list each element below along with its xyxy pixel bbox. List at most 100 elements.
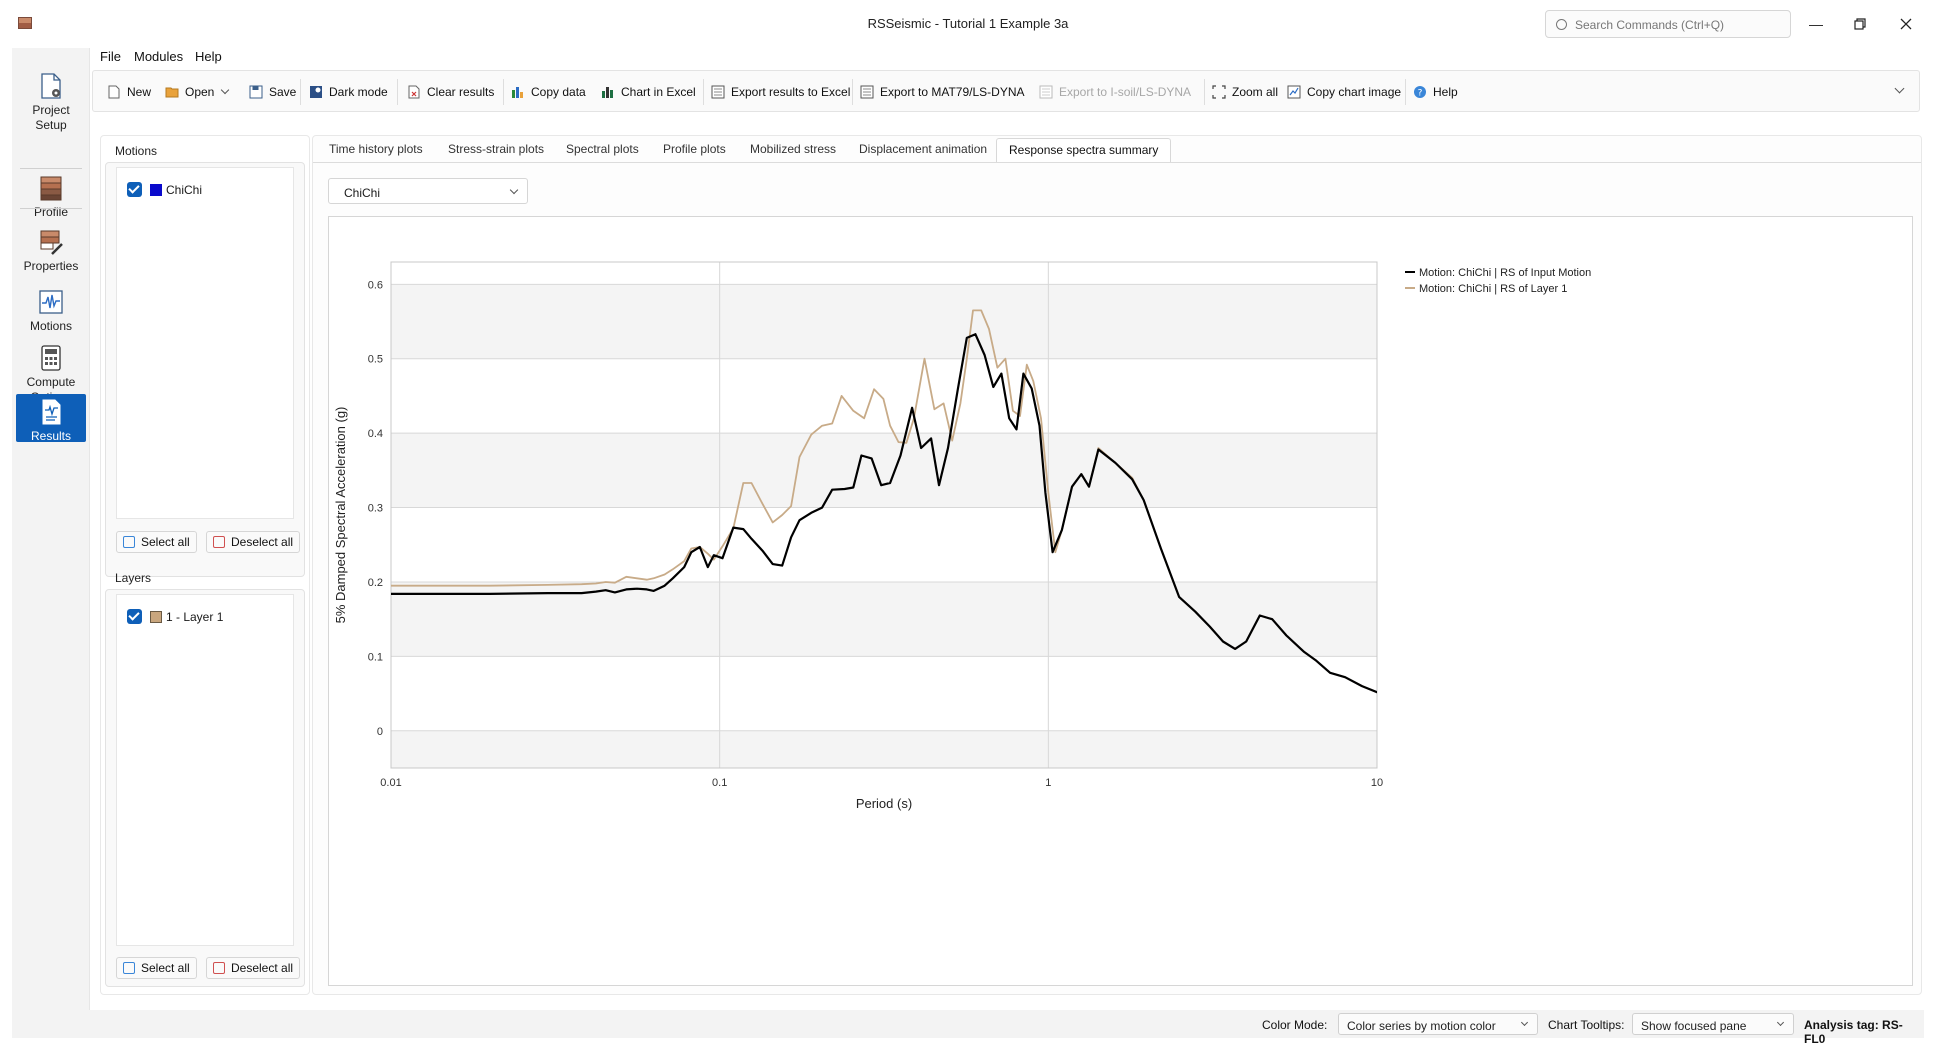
dark-mode-button[interactable]: Dark mode — [309, 83, 388, 101]
layer-checkbox[interactable] — [127, 609, 142, 624]
legend-entry: Motion: ChiChi | RS of Layer 1 — [1419, 283, 1567, 295]
export-excel-button[interactable]: Export results to Excel — [711, 83, 850, 101]
export-icon — [1039, 85, 1053, 99]
export-excel-label: Export results to Excel — [731, 85, 851, 99]
help-button[interactable]: ? Help — [1413, 83, 1458, 101]
zoom-all-icon — [1212, 85, 1226, 99]
copy-chart-image-label: Copy chart image — [1307, 85, 1402, 99]
export-isoil-button[interactable]: Export to I-soil/LS-DYNA — [1039, 83, 1191, 101]
chart-tooltips-value: Show focused pane — [1641, 1019, 1747, 1033]
x-tick-label: 10 — [1371, 777, 1383, 789]
menu-file[interactable]: File — [100, 49, 121, 64]
motion-name: ChiChi — [166, 182, 203, 197]
project-setup-icon — [38, 72, 64, 100]
tab-displacement-animation[interactable]: Displacement animation — [859, 142, 987, 156]
tab-spectral-plots[interactable]: Spectral plots — [566, 142, 639, 156]
layer-color-swatch — [150, 610, 162, 623]
tab-stress-strain-plots[interactable]: Stress-strain plots — [448, 142, 544, 156]
deselect-all-label: Deselect all — [231, 535, 294, 549]
layers-select-all-button[interactable]: Select all — [116, 957, 197, 979]
menu-bar: File Modules Help — [90, 46, 1936, 68]
save-button[interactable]: Save — [249, 83, 296, 101]
color-mode-dropdown[interactable]: Color series by motion color — [1338, 1013, 1538, 1035]
search-placeholder: Search Commands (Ctrl+Q) — [1575, 18, 1725, 32]
toolbar-divider — [503, 79, 504, 105]
deselect-all-label: Deselect all — [231, 961, 294, 975]
motion-select-value: ChiChi — [344, 186, 381, 200]
chart-in-excel-button[interactable]: Chart in Excel — [601, 83, 696, 101]
tab-mobilized-stress[interactable]: Mobilized stress — [750, 142, 836, 156]
layers-group-label: Layers — [115, 571, 152, 585]
export-mat79-label: Export to MAT79/LS-DYNA — [880, 85, 1025, 99]
layers-list: 1 - Layer 1 — [116, 594, 294, 946]
export-mat79-button[interactable]: Export to MAT79/LS-DYNA — [860, 83, 1025, 101]
zoom-all-label: Zoom all — [1232, 85, 1279, 99]
motions-select-all-button[interactable]: Select all — [116, 531, 197, 553]
y-tick-label: 0.3 — [368, 503, 383, 515]
new-label: New — [127, 85, 152, 99]
chart-tooltips-dropdown[interactable]: Show focused pane — [1632, 1013, 1794, 1035]
nav-profile[interactable]: Profile — [16, 174, 86, 220]
copy-data-button[interactable]: Copy data — [511, 83, 586, 101]
toolbar-divider — [1405, 79, 1406, 105]
motions-list: ChiChi — [116, 167, 294, 519]
copy-chart-icon — [1287, 85, 1301, 99]
nav-results[interactable]: Results — [16, 394, 86, 443]
x-tick-label: 1 — [1045, 777, 1051, 789]
module-nav: Project Setup Profile Properties Motions… — [12, 48, 90, 1038]
copy-data-label: Copy data — [531, 85, 586, 99]
motions-group-label: Motions — [115, 144, 158, 158]
results-panel: Time history plots Stress-strain plots S… — [312, 135, 1922, 995]
motion-list-item[interactable]: ChiChi — [127, 182, 202, 197]
tab-response-spectra-summary[interactable]: Response spectra summary — [996, 138, 1172, 162]
profile-icon — [38, 174, 64, 202]
selection-panel: Motions ChiChi Select all Deselect all L… — [100, 135, 310, 995]
export-isoil-label: Export to I-soil/LS-DYNA — [1059, 85, 1192, 99]
copy-chart-image-button[interactable]: Copy chart image — [1287, 83, 1401, 101]
export-excel-icon — [711, 85, 725, 99]
clear-results-button[interactable]: Clear results — [407, 83, 494, 101]
chart-tooltips-label: Chart Tooltips: — [1548, 1018, 1625, 1032]
chevron-down-icon — [1776, 1018, 1785, 1027]
toolbar: New Open Save Dark mode Clear results Co… — [92, 70, 1920, 112]
nav-motions[interactable]: Motions — [16, 288, 86, 334]
select-all-label: Select all — [141, 535, 190, 549]
select-all-icon — [123, 536, 135, 548]
layer-list-item[interactable]: 1 - Layer 1 — [127, 609, 223, 624]
motions-deselect-all-button[interactable]: Deselect all — [206, 531, 301, 553]
y-tick-label: 0 — [377, 726, 383, 738]
y-tick-label: 0.6 — [368, 279, 383, 291]
nav-label: Project Setup — [32, 103, 70, 132]
restore-button[interactable] — [1838, 10, 1882, 38]
minimize-button[interactable]: — — [1794, 10, 1838, 38]
motion-color-swatch — [150, 183, 162, 196]
tab-time-history-plots[interactable]: Time history plots — [329, 142, 423, 156]
select-all-icon — [123, 962, 135, 974]
close-button[interactable] — [1884, 10, 1928, 38]
y-tick-label: 0.5 — [368, 354, 383, 366]
nav-label: Results — [30, 429, 71, 443]
nav-divider — [20, 208, 82, 209]
menu-help[interactable]: Help — [195, 49, 222, 64]
search-commands-box[interactable]: Search Commands (Ctrl+Q) — [1545, 10, 1791, 38]
new-file-icon — [108, 85, 120, 99]
toolbar-divider — [1204, 79, 1205, 105]
x-tick-label: 0.01 — [380, 777, 401, 789]
menu-modules[interactable]: Modules — [134, 49, 183, 64]
motion-checkbox[interactable] — [127, 182, 142, 197]
nav-properties[interactable]: Properties — [16, 228, 86, 274]
open-folder-icon — [165, 87, 179, 98]
properties-icon — [38, 228, 64, 256]
open-button[interactable]: Open — [165, 83, 230, 101]
deselect-all-icon — [213, 536, 225, 548]
nav-project-setup[interactable]: Project Setup — [16, 72, 86, 133]
results-icon — [38, 398, 64, 426]
layers-deselect-all-button[interactable]: Deselect all — [206, 957, 301, 979]
response-spectra-chart[interactable]: 0 0.1 0.2 0.3 0.4 0.5 0.6 0.01 0.1 1 10 Period (s) 5… — [329, 217, 1912, 985]
tab-profile-plots[interactable]: Profile plots — [663, 142, 726, 156]
zoom-all-button[interactable]: Zoom all — [1212, 83, 1278, 101]
toolbar-expand-icon[interactable] — [1894, 83, 1905, 94]
motion-select-dropdown[interactable]: ChiChi — [328, 178, 528, 204]
minimize-icon: — — [1809, 16, 1823, 32]
new-button[interactable]: New — [107, 83, 151, 101]
